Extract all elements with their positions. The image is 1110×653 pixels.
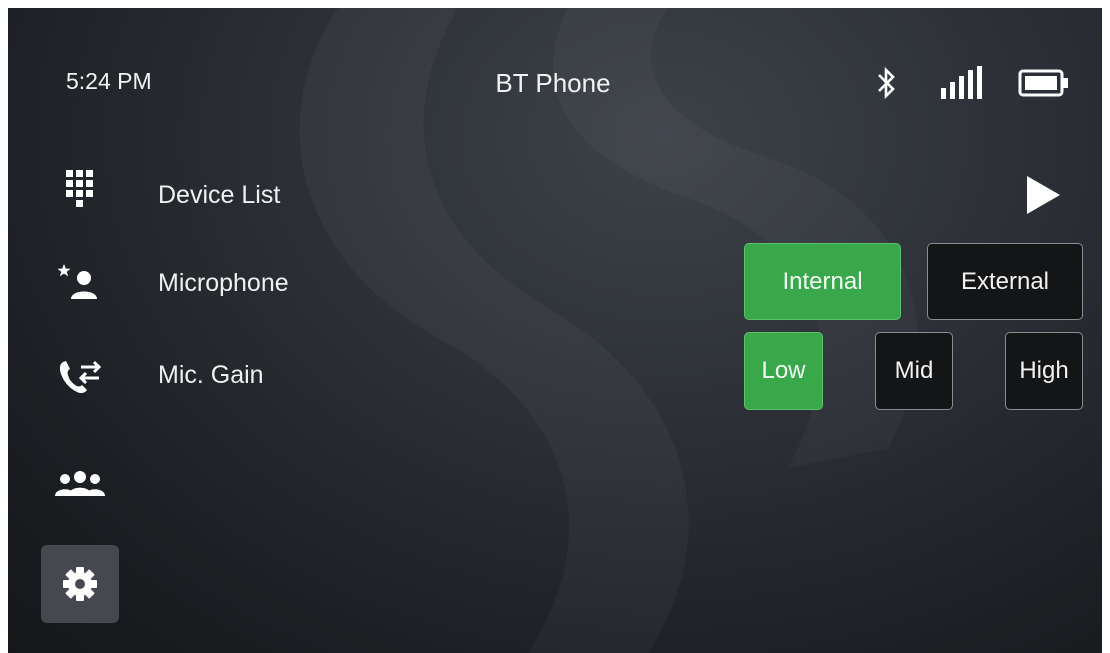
- sidebar-item-contacts[interactable]: [41, 448, 119, 526]
- battery-icon: [1018, 69, 1068, 97]
- mic-gain-mid-button[interactable]: Mid: [875, 332, 953, 410]
- play-arrow-icon: [1027, 176, 1060, 214]
- sidebar-item-dialpad[interactable]: [41, 152, 119, 230]
- signal-strength-icon: [941, 66, 982, 99]
- device-list-open-button[interactable]: [1018, 170, 1068, 220]
- dialpad-icon: [66, 170, 93, 207]
- sidebar-item-call-transfer[interactable]: [41, 336, 119, 414]
- settings-gear-icon: [63, 567, 97, 601]
- microphone-label: Microphone: [158, 269, 289, 297]
- contacts-group-icon: [55, 471, 105, 496]
- mic-gain-label: Mic. Gain: [158, 361, 264, 389]
- microphone-internal-button[interactable]: Internal: [744, 243, 901, 320]
- sidebar-item-settings[interactable]: [41, 545, 119, 623]
- bluetooth-icon: [878, 66, 895, 100]
- background-swirl: [8, 8, 1102, 653]
- microphone-external-button[interactable]: External: [927, 243, 1083, 320]
- head-unit-screen: 5:24 PM BT Phone Device List Microphone …: [8, 8, 1102, 653]
- status-time: 5:24 PM: [66, 68, 152, 94]
- sidebar-item-favorites[interactable]: [41, 244, 119, 322]
- call-transfer-icon: [59, 360, 102, 394]
- page-title: BT Phone: [495, 68, 611, 98]
- favorite-contact-icon: [57, 264, 97, 299]
- mic-gain-high-button[interactable]: High: [1005, 332, 1083, 410]
- mic-gain-low-button[interactable]: Low: [744, 332, 823, 410]
- device-list-label: Device List: [158, 181, 281, 209]
